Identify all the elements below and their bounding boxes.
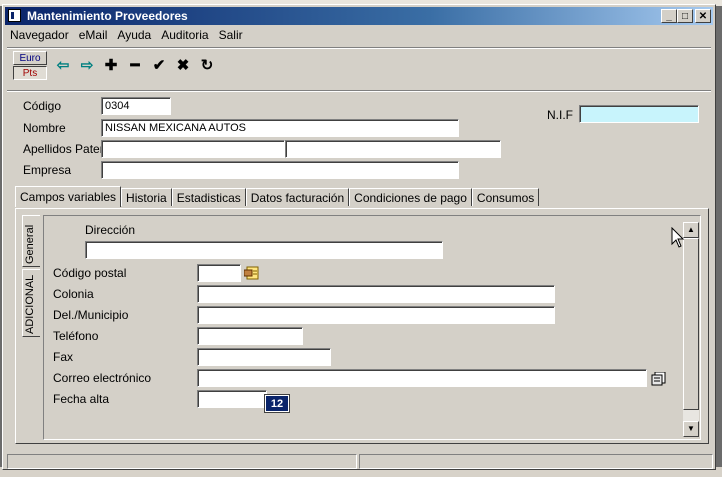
euro-button[interactable]: Euro — [13, 51, 47, 65]
side-tab-strip: General ADICIONAL — [22, 215, 42, 337]
nombre-label: Nombre — [23, 121, 66, 135]
minus-icon[interactable]: ━ — [125, 57, 145, 75]
app-icon[interactable] — [8, 9, 21, 22]
colonia-label: Colonia — [53, 287, 94, 301]
menu-salir[interactable]: Salir — [214, 27, 248, 45]
side-tab-general[interactable]: General — [22, 215, 40, 267]
colonia-field[interactable] — [197, 285, 555, 303]
direccion-label: Dirección — [85, 223, 136, 237]
calendar-button[interactable]: 12 — [264, 394, 290, 413]
tab-estadisticas[interactable]: Estadisticas — [171, 188, 246, 206]
currency-selector: Euro Pts — [13, 51, 47, 80]
plus-icon[interactable]: ✚ — [101, 57, 121, 75]
fax-label: Fax — [53, 350, 74, 364]
telefono-field[interactable] — [197, 327, 303, 345]
side-tab-general-label: General — [24, 224, 36, 264]
codigo-postal-label: Código postal — [53, 266, 127, 280]
correo-field[interactable] — [197, 369, 647, 387]
side-tab-adicional-label: ADICIONAL — [24, 274, 36, 334]
fecha-alta-field[interactable] — [197, 390, 267, 408]
cross-icon[interactable]: ✖ — [173, 57, 193, 75]
email-send-icon[interactable] — [651, 372, 667, 386]
tab-datos-facturacion[interactable]: Datos facturación — [245, 188, 350, 206]
scroll-down-button[interactable]: ▼ — [683, 421, 699, 437]
menu-auditoria[interactable]: Auditoria — [156, 27, 213, 45]
status-bar — [7, 454, 713, 470]
title-bar[interactable]: Mantenimiento Proveedores _ □ ✕ — [5, 7, 713, 25]
toolbar-divider — [7, 47, 711, 49]
maximize-button[interactable]: □ — [677, 9, 693, 23]
side-tab-adicional[interactable]: ADICIONAL — [22, 269, 40, 337]
scroll-thumb[interactable] — [683, 238, 699, 410]
empresa-field[interactable] — [101, 161, 459, 179]
fecha-alta-label: Fecha alta — [53, 392, 110, 406]
delegacion-field[interactable] — [197, 306, 555, 324]
apellido-materno-field[interactable] — [285, 140, 501, 158]
tab-condiciones-pago[interactable]: Condiciones de pago — [349, 188, 472, 206]
menu-ayuda[interactable]: Ayuda — [112, 27, 156, 45]
status-panel-1 — [7, 454, 357, 469]
menu-email[interactable]: eMail — [74, 27, 113, 45]
minimize-button[interactable]: _ — [661, 9, 677, 23]
pts-button[interactable]: Pts — [13, 66, 47, 80]
nif-field[interactable] — [579, 105, 699, 123]
nombre-field[interactable]: NISSAN MEXICANA AUTOS — [101, 119, 459, 137]
window-title: Mantenimiento Proveedores — [27, 9, 188, 23]
header-divider — [7, 90, 711, 92]
apellido-paterno-field[interactable] — [101, 140, 285, 158]
apellidos-label: Apellidos Paterno — [23, 142, 101, 156]
main-window: Mantenimiento Proveedores _ □ ✕ Navegado… — [2, 4, 716, 470]
arrow-right-icon[interactable]: ⇨ — [77, 57, 97, 75]
check-icon[interactable]: ✔ — [149, 57, 169, 75]
delegacion-label: Del./Municipio — [53, 308, 129, 322]
menu-bar: Navegador eMail Ayuda Auditoria Salir — [5, 27, 248, 45]
fax-field[interactable] — [197, 348, 331, 366]
correo-label: Correo electrónico — [53, 371, 152, 385]
codigo-postal-field[interactable] — [197, 264, 241, 282]
codigo-label: Código — [23, 99, 62, 113]
arrow-left-icon[interactable]: ⇦ — [53, 57, 73, 75]
postal-lookup-icon[interactable] — [244, 266, 260, 280]
telefono-label: Teléfono — [53, 329, 99, 343]
window-controls: _ □ ✕ — [661, 9, 711, 23]
vertical-scrollbar[interactable]: ▲ ▼ — [683, 222, 699, 437]
tab-consumos[interactable]: Consumos — [471, 188, 540, 206]
close-button[interactable]: ✕ — [695, 9, 711, 23]
tab-strip: Campos variables Historia Estadisticas D… — [15, 186, 540, 207]
status-panel-2 — [359, 454, 713, 469]
scroll-up-button[interactable]: ▲ — [683, 222, 699, 238]
empresa-label: Empresa — [23, 163, 72, 177]
mouse-cursor-icon — [671, 227, 685, 248]
tab-campos-variables[interactable]: Campos variables — [15, 186, 122, 207]
refresh-icon[interactable]: ↻ — [197, 57, 217, 75]
menu-navegador[interactable]: Navegador — [5, 27, 74, 45]
record-toolbar: ⇦ ⇨ ✚ ━ ✔ ✖ ↻ — [53, 57, 217, 75]
codigo-field[interactable]: 0304 — [101, 97, 171, 115]
nif-label: N.I.F — [547, 108, 573, 122]
tab-historia[interactable]: Historia — [121, 188, 172, 206]
direccion-field[interactable] — [85, 241, 443, 259]
